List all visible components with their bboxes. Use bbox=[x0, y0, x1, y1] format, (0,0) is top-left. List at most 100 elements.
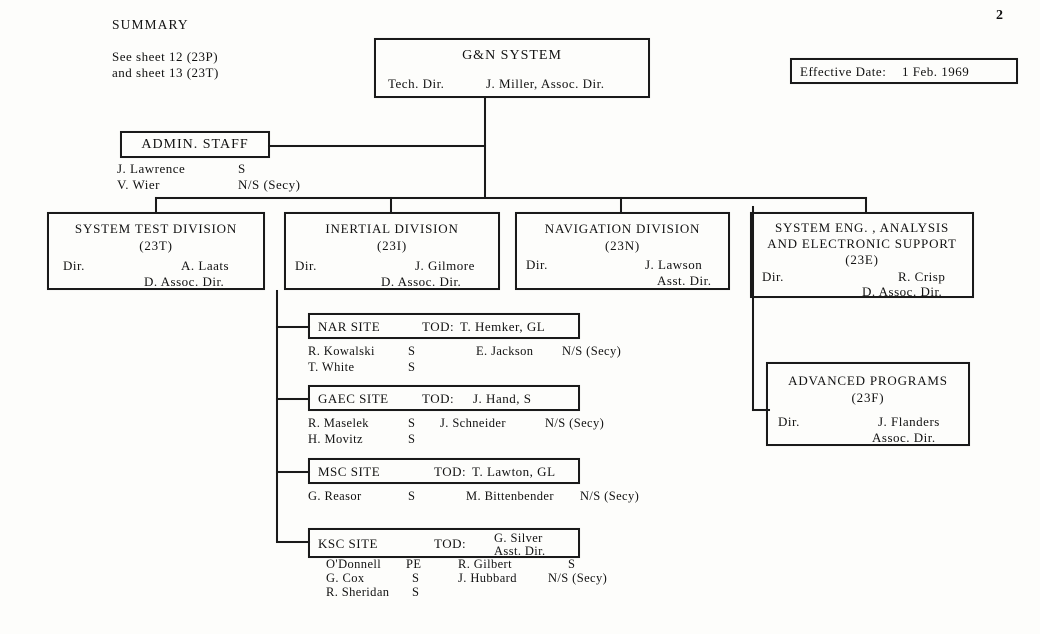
org-chart-page: 2 SUMMARY See sheet 12 (23P) and sheet 1… bbox=[0, 0, 1040, 634]
nar-site-staff-code: S bbox=[408, 360, 416, 374]
ksc-site-name: KSC SITE bbox=[318, 536, 378, 551]
site-connector-nar bbox=[276, 326, 310, 328]
msc-site-staff-code: S bbox=[408, 489, 416, 503]
advanced-programs-person: J. Flanders bbox=[878, 414, 940, 429]
advanced-programs-title: ADVANCED PROGRAMS bbox=[788, 373, 948, 388]
effective-date-box: Effective Date: 1 Feb. 1969 bbox=[790, 58, 1018, 84]
gn-system-title: G&N SYSTEM bbox=[462, 48, 562, 63]
advanced-programs-code: (23F) bbox=[851, 390, 885, 405]
system-eng-division-box: SYSTEM ENG. , ANALYSIS AND ELECTRONIC SU… bbox=[750, 212, 974, 299]
system-eng-division-role: Dir. bbox=[762, 269, 784, 284]
division-drop-inertial bbox=[390, 197, 392, 213]
ksc-site-staff-name: O'Donnell bbox=[326, 557, 382, 571]
ksc-site-secretary-code: S bbox=[568, 557, 576, 571]
summary-note-line-1: See sheet 12 (23P) bbox=[112, 49, 219, 64]
ksc-site-secretary-name: R. Gilbert bbox=[458, 557, 512, 571]
admin-staff-member-code: S bbox=[238, 161, 246, 176]
advanced-programs-spine bbox=[752, 206, 754, 411]
gn-system-role: Tech. Dir. bbox=[388, 76, 445, 91]
nar-site-staff-code: S bbox=[408, 344, 416, 358]
navigation-division-code: (23N) bbox=[604, 238, 641, 253]
gn-system-box: G&N SYSTEM Tech. Dir. J. Miller, Assoc. … bbox=[374, 38, 650, 98]
gaec-site-staff-name: H. Movitz bbox=[308, 432, 363, 446]
nar-site-staff-name: T. White bbox=[308, 360, 355, 374]
division-drop-system-test bbox=[155, 197, 157, 213]
division-bus bbox=[155, 197, 867, 199]
msc-site-staff-name: G. Reasor bbox=[308, 489, 362, 503]
system-test-division-code: (23T) bbox=[139, 238, 173, 253]
admin-staff-box: ADMIN. STAFF bbox=[120, 131, 270, 158]
gaec-site-secretary-code: N/S (Secy) bbox=[545, 416, 605, 430]
ksc-site-secretary-code: N/S (Secy) bbox=[548, 571, 608, 585]
system-test-division-person: A. Laats bbox=[181, 258, 230, 273]
nar-site-staff-name: R. Kowalski bbox=[308, 344, 375, 358]
gaec-site-secretary-name: J. Schneider bbox=[440, 416, 506, 430]
navigation-division-box: NAVIGATION DIVISION (23N) Dir. J. Lawson… bbox=[515, 212, 730, 290]
inertial-division-code: (23I) bbox=[377, 238, 407, 253]
admin-staff-title: ADMIN. STAFF bbox=[141, 137, 249, 152]
ksc-site-staff-name: G. Cox bbox=[326, 571, 365, 585]
nar-site-box: NAR SITE TOD: T. Hemker, GL bbox=[308, 313, 580, 339]
gaec-site-box: GAEC SITE TOD: J. Hand, S bbox=[308, 385, 580, 411]
admin-staff-member-code: N/S (Secy) bbox=[238, 177, 301, 192]
system-test-division-box: SYSTEM TEST DIVISION (23T) Dir. A. Laats… bbox=[47, 212, 265, 290]
system-test-division-person-role: D. Assoc. Dir. bbox=[144, 274, 225, 289]
system-eng-division-code: (23E) bbox=[845, 252, 879, 267]
msc-site-tod-label: TOD: bbox=[434, 464, 467, 479]
system-eng-division-title-line-2: AND ELECTRONIC SUPPORT bbox=[767, 236, 957, 251]
site-connector-ksc bbox=[276, 541, 310, 543]
navigation-division-person-role: Asst. Dir. bbox=[657, 273, 712, 288]
navigation-division-title: NAVIGATION DIVISION bbox=[544, 221, 701, 236]
msc-site-box: MSC SITE TOD: T. Lawton, GL bbox=[308, 458, 580, 484]
gaec-site-staff-name: R. Maselek bbox=[308, 416, 369, 430]
gaec-site-staff-code: S bbox=[408, 432, 416, 446]
nar-site-name: NAR SITE bbox=[318, 319, 381, 334]
admin-staff-member-name: J. Lawrence bbox=[117, 161, 186, 176]
admin-staff-connector bbox=[268, 145, 486, 147]
effective-date-value: 1 Feb. 1969 bbox=[902, 64, 970, 79]
system-eng-division-person-role: D. Assoc. Dir. bbox=[862, 284, 943, 299]
admin-staff-member-name: V. Wier bbox=[117, 177, 160, 192]
msc-site-secretary-code: N/S (Secy) bbox=[580, 489, 640, 503]
system-test-division-role: Dir. bbox=[63, 258, 85, 273]
site-connector-msc bbox=[276, 471, 310, 473]
summary-note-line-2: and sheet 13 (23T) bbox=[112, 65, 219, 80]
ksc-site-tod-label: TOD: bbox=[434, 536, 467, 551]
inertial-division-title: INERTIAL DIVISION bbox=[325, 221, 459, 236]
advanced-programs-person-role: Assoc. Dir. bbox=[872, 430, 936, 445]
msc-site-tod-person: T. Lawton, GL bbox=[472, 464, 556, 479]
ksc-site-staff-code: S bbox=[412, 585, 420, 599]
gn-system-person: J. Miller, Assoc. Dir. bbox=[486, 76, 605, 91]
gaec-site-staff-code: S bbox=[408, 416, 416, 430]
division-drop-system-eng bbox=[865, 197, 867, 213]
ksc-site-staff-name: R. Sheridan bbox=[326, 585, 390, 599]
gaec-site-tod-label: TOD: bbox=[422, 391, 455, 406]
inertial-division-person-role: D. Assoc. Dir. bbox=[381, 274, 462, 289]
nar-site-secretary-name: E. Jackson bbox=[476, 344, 534, 358]
ksc-site-secretary-name: J. Hubbard bbox=[458, 571, 517, 585]
system-test-division-title: SYSTEM TEST DIVISION bbox=[74, 221, 238, 236]
advanced-programs-box: ADVANCED PROGRAMS (23F) Dir. J. Flanders… bbox=[766, 362, 970, 446]
gaec-site-name: GAEC SITE bbox=[318, 391, 389, 406]
navigation-division-person: J. Lawson bbox=[645, 257, 703, 272]
inertial-division-box: INERTIAL DIVISION (23I) Dir. J. Gilmore … bbox=[284, 212, 500, 290]
root-spine bbox=[484, 98, 486, 198]
inertial-division-role: Dir. bbox=[295, 258, 317, 273]
effective-date-label: Effective Date: bbox=[800, 64, 887, 79]
ksc-site-staff-code: PE bbox=[406, 557, 422, 571]
advanced-programs-role: Dir. bbox=[778, 414, 800, 429]
system-eng-division-person: R. Crisp bbox=[898, 269, 946, 284]
nar-site-tod-label: TOD: bbox=[422, 319, 455, 334]
msc-site-secretary-name: M. Bittenbender bbox=[466, 489, 554, 503]
navigation-division-role: Dir. bbox=[526, 257, 548, 272]
nar-site-secretary-code: N/S (Secy) bbox=[562, 344, 622, 358]
ksc-site-box: KSC SITE TOD: G. Silver Asst. Dir. bbox=[308, 528, 580, 558]
summary-heading: SUMMARY bbox=[112, 17, 189, 32]
division-drop-navigation bbox=[620, 197, 622, 213]
nar-site-tod-person: T. Hemker, GL bbox=[460, 319, 546, 334]
inertial-division-person: J. Gilmore bbox=[415, 258, 475, 273]
gaec-site-tod-person: J. Hand, S bbox=[473, 391, 532, 406]
ksc-site-staff-code: S bbox=[412, 571, 420, 585]
system-eng-division-title-line-1: SYSTEM ENG. , ANALYSIS bbox=[774, 220, 950, 235]
msc-site-name: MSC SITE bbox=[318, 464, 381, 479]
